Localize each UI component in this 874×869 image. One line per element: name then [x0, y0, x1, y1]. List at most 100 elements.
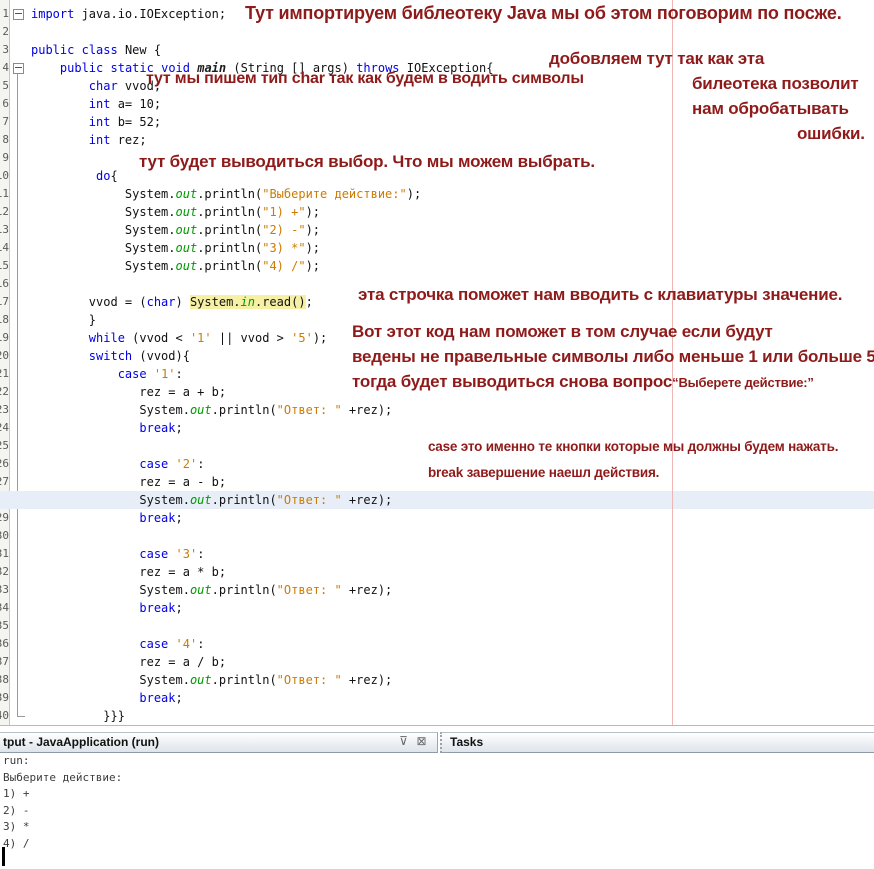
code-token: "Ответ: " — [277, 673, 342, 687]
annotation-6: тут мы пишем тип char так как будем в во… — [146, 70, 584, 88]
code-token: public — [31, 43, 74, 57]
code-token: case — [139, 637, 168, 651]
code-token — [31, 691, 139, 705]
code-token — [31, 601, 139, 615]
window-dropdown-icon[interactable]: ⊽ — [396, 734, 411, 749]
code-token: char — [89, 79, 118, 93]
code-token — [168, 457, 175, 471]
code-token: rez; — [110, 133, 146, 147]
code-line[interactable]: System.out.println("Ответ: " +rez); — [0, 401, 874, 419]
code-token — [31, 367, 118, 381]
code-token: out — [190, 493, 212, 507]
output-tab-header[interactable]: tput - JavaApplication (run) ⊽ ⊠ — [0, 732, 438, 753]
annotation-1: Тут импортируем библеотеку Java мы об эт… — [245, 3, 842, 24]
code-token: a= 10; — [110, 97, 161, 111]
code-token: out — [176, 259, 198, 273]
output-line: Выберите действие: — [0, 770, 874, 787]
code-token: out — [176, 187, 198, 201]
code-token: +rez); — [342, 673, 393, 687]
code-token: .println( — [197, 205, 262, 219]
code-line[interactable]: rez = a / b; — [0, 653, 874, 671]
code-token: System. — [31, 673, 190, 687]
code-line[interactable]: System.out.println("Выберите действие:")… — [0, 185, 874, 203]
code-token — [168, 547, 175, 561]
code-line[interactable]: case '3': — [0, 545, 874, 563]
code-token — [168, 637, 175, 651]
code-token: case — [118, 367, 147, 381]
code-line[interactable]: System.out.println("4) /"); — [0, 257, 874, 275]
code-token: "3) *" — [262, 241, 305, 255]
code-token — [31, 637, 139, 651]
output-console[interactable]: run:Выберите действие:1) +2) -3) *4) / — [0, 753, 874, 869]
code-line[interactable]: break; — [0, 689, 874, 707]
code-token: '2' — [176, 457, 198, 471]
annotation-7: тут будет выводиться выбор. Что мы можем… — [139, 152, 595, 172]
code-token: char — [147, 295, 176, 309]
code-token: .println( — [197, 187, 262, 201]
code-token: ; — [306, 295, 313, 309]
code-token: int — [89, 97, 111, 111]
code-token: ); — [306, 205, 320, 219]
code-token: rez = a / b; — [31, 655, 226, 669]
float-window-icon[interactable]: ⊠ — [414, 734, 429, 749]
code-line[interactable]: break; — [0, 419, 874, 437]
code-token: '5' — [291, 331, 313, 345]
code-line[interactable]: }}} — [0, 707, 874, 725]
code-line[interactable]: System.out.println("1) +"); — [0, 203, 874, 221]
code-token: } — [31, 313, 96, 327]
code-token: ) — [176, 295, 190, 309]
annotation-2: добовляем тут так как эта — [549, 49, 764, 69]
code-token: in — [241, 295, 255, 309]
code-token: System. — [190, 295, 241, 309]
code-line[interactable] — [0, 527, 874, 545]
code-token — [31, 457, 139, 471]
code-token: out — [176, 223, 198, 237]
code-token: import — [31, 7, 74, 21]
code-token — [74, 43, 81, 57]
code-token: "Ответ: " — [277, 403, 342, 417]
code-token: New { — [118, 43, 161, 57]
output-line: run: — [0, 753, 874, 770]
code-line[interactable]: int rez; — [0, 131, 874, 149]
code-token: b= 52; — [110, 115, 161, 129]
code-token: ); — [306, 259, 320, 273]
code-token: case — [139, 457, 168, 471]
code-token: ); — [306, 223, 320, 237]
code-line[interactable]: case '4': — [0, 635, 874, 653]
code-line[interactable]: break; — [0, 509, 874, 527]
code-token: break — [139, 601, 175, 615]
code-token — [31, 349, 89, 363]
code-token: vvod = ( — [31, 295, 147, 309]
code-token: out — [176, 241, 198, 255]
code-token: "4) /" — [262, 259, 305, 273]
code-line[interactable]: System.out.println("Ответ: " +rez); — [0, 671, 874, 689]
code-line[interactable]: System.out.println("Ответ: " +rez); — [0, 491, 874, 509]
code-token: System. — [31, 403, 190, 417]
code-token — [31, 547, 139, 561]
code-token: rez = a * b; — [31, 565, 226, 579]
code-line[interactable]: break; — [0, 599, 874, 617]
code-token — [31, 421, 139, 435]
code-token: break — [139, 421, 175, 435]
code-token — [31, 169, 96, 183]
code-line[interactable] — [0, 617, 874, 635]
code-line[interactable]: System.out.println("Ответ: " +rez); — [0, 581, 874, 599]
code-token: }}} — [31, 709, 125, 723]
code-line[interactable] — [0, 23, 874, 41]
code-token: rez = a - b; — [31, 475, 226, 489]
code-token: int — [89, 115, 111, 129]
code-token: (vvod < — [125, 331, 190, 345]
code-token: .println( — [197, 223, 262, 237]
code-line[interactable]: System.out.println("3) *"); — [0, 239, 874, 257]
output-line: 2) - — [0, 803, 874, 820]
code-token: .println( — [197, 241, 262, 255]
code-line[interactable]: System.out.println("2) -"); — [0, 221, 874, 239]
code-token: out — [176, 205, 198, 219]
tasks-tab-header[interactable]: Tasks — [440, 732, 874, 753]
code-line[interactable]: rez = a * b; — [0, 563, 874, 581]
annotation-5: ошибки. — [797, 124, 865, 144]
code-token — [147, 367, 154, 381]
output-line: 1) + — [0, 786, 874, 803]
code-token: ; — [176, 691, 183, 705]
code-token — [31, 511, 139, 525]
